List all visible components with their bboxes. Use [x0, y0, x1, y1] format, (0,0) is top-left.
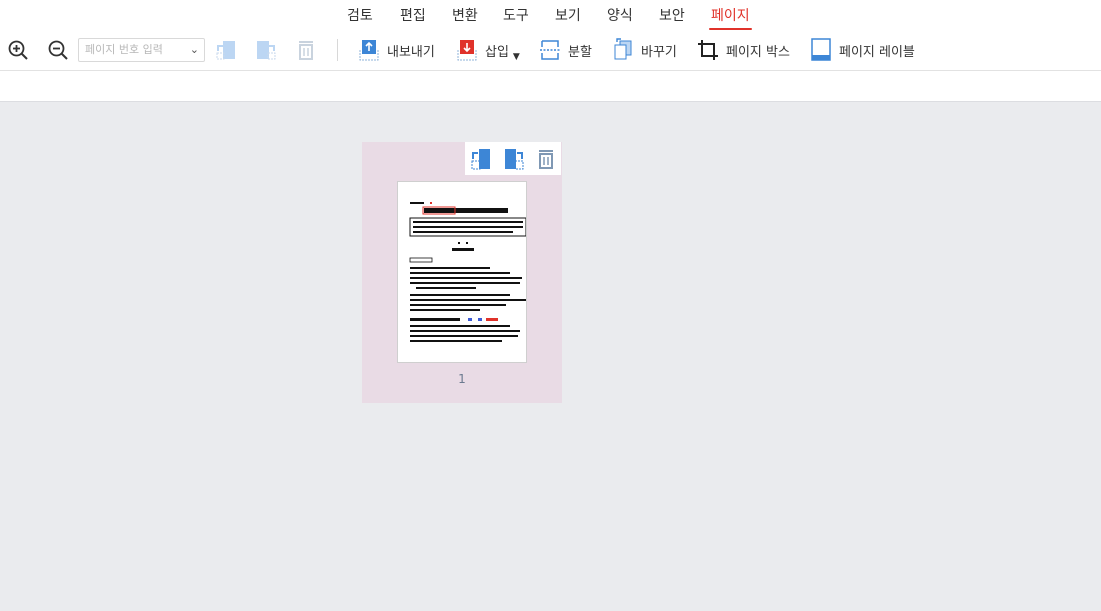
- rotate-left-button[interactable]: [215, 32, 237, 68]
- insert-button[interactable]: 삽입 ▼: [456, 32, 520, 68]
- tab-edit[interactable]: 편집: [400, 5, 426, 25]
- rotate-right-icon: [255, 39, 277, 61]
- zoom-out-icon: [47, 39, 69, 61]
- insert-label: 삽입: [485, 44, 509, 60]
- export-icon: [358, 38, 380, 62]
- export-label: 내보내기: [387, 44, 435, 60]
- toolbar-border: [0, 70, 1101, 71]
- zoom-out-button[interactable]: [47, 32, 69, 68]
- page-toolbar: 페이지 번호 입력 ⌄ 내보내기 삽입 ▼ 분할 바꾸기 페이지 박스 페이지 …: [0, 32, 1101, 68]
- rotate-left-icon: [215, 39, 237, 61]
- rotate-right-button[interactable]: [255, 32, 277, 68]
- thumbnail-actions: [465, 142, 561, 175]
- rotate-right-icon[interactable]: [503, 147, 525, 171]
- page-box-label: 페이지 박스: [726, 44, 790, 60]
- tab-view[interactable]: 보기: [555, 5, 581, 25]
- crop-icon: [697, 39, 719, 61]
- zoom-in-button[interactable]: [7, 32, 29, 68]
- tab-convert[interactable]: 변환: [452, 5, 478, 25]
- tab-page[interactable]: 페이지: [709, 5, 752, 30]
- caret-down-icon[interactable]: ▼: [513, 52, 520, 62]
- menu-bar: 검토 편집 변환 도구 보기 양식 보안 페이지: [0, 0, 1101, 30]
- page-label-icon: [810, 38, 832, 62]
- tab-review[interactable]: 검토: [347, 5, 373, 25]
- toolbar-divider: [337, 39, 338, 61]
- tab-tools[interactable]: 도구: [503, 5, 529, 25]
- page-number-input[interactable]: 페이지 번호 입력 ⌄: [78, 38, 205, 62]
- split-button[interactable]: 분할: [539, 32, 592, 68]
- trash-icon[interactable]: [536, 148, 556, 170]
- page-number-label: 1: [458, 372, 466, 386]
- page-label-label: 페이지 레이블: [839, 44, 915, 60]
- page-label-button[interactable]: 페이지 레이블: [810, 32, 915, 68]
- replace-label: 바꾸기: [641, 44, 677, 60]
- trash-icon: [296, 39, 316, 61]
- page-thumbnail-image[interactable]: [397, 181, 527, 363]
- tab-forms[interactable]: 양식: [607, 5, 633, 25]
- chevron-down-icon[interactable]: ⌄: [190, 39, 199, 61]
- export-button[interactable]: 내보내기: [358, 32, 435, 68]
- tab-security[interactable]: 보안: [659, 5, 685, 25]
- rotate-left-icon[interactable]: [470, 147, 492, 171]
- page-number-placeholder: 페이지 번호 입력: [85, 43, 163, 56]
- replace-icon: [612, 38, 634, 62]
- page-box-button[interactable]: 페이지 박스: [697, 32, 790, 68]
- replace-button[interactable]: 바꾸기: [612, 32, 677, 68]
- delete-page-button[interactable]: [296, 32, 316, 68]
- insert-icon: [456, 38, 478, 62]
- split-icon: [539, 39, 561, 61]
- zoom-in-icon: [7, 39, 29, 61]
- split-label: 분할: [568, 44, 592, 60]
